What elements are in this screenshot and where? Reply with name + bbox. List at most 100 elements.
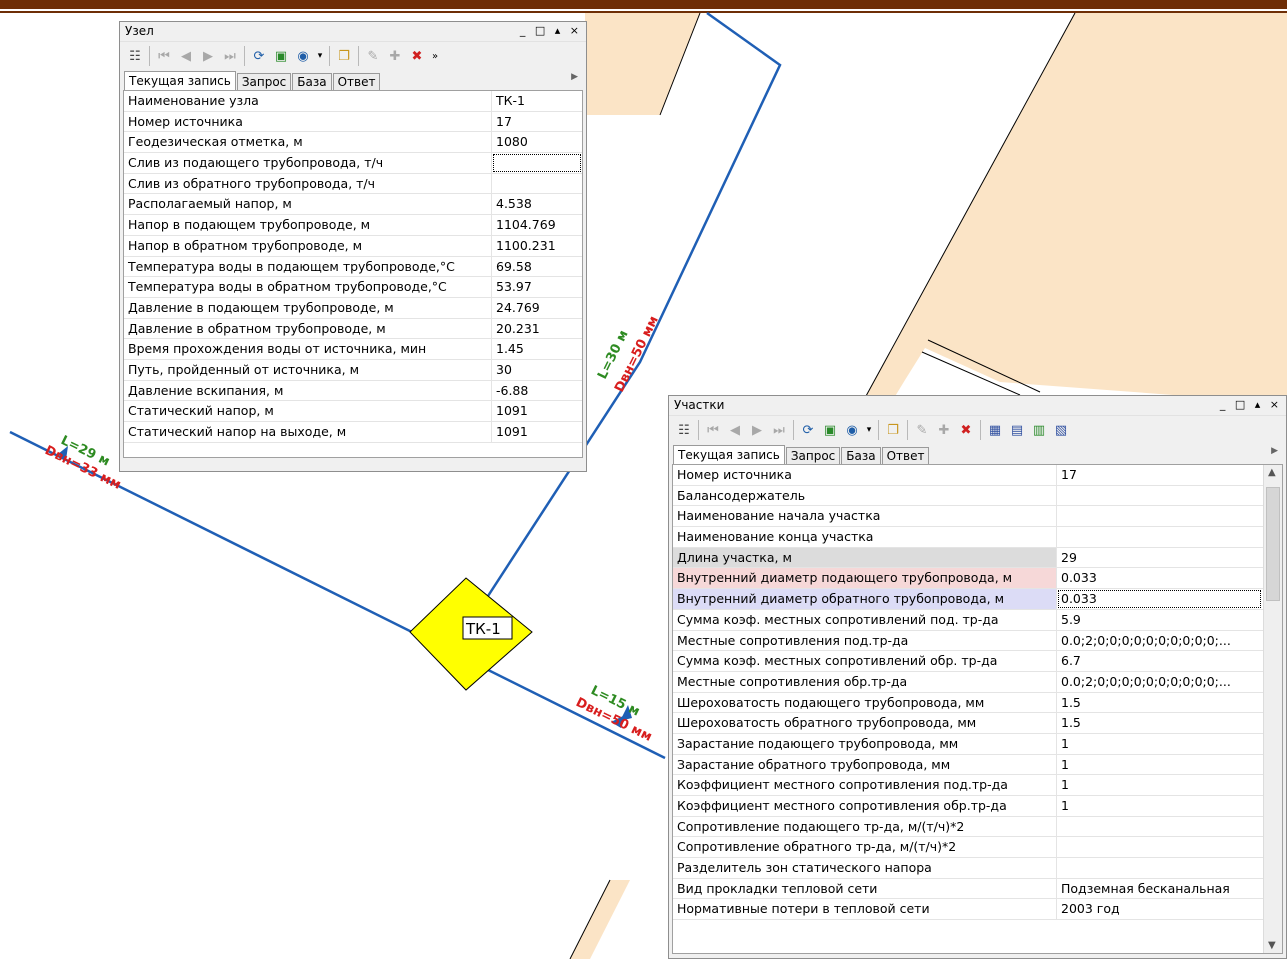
property-row[interactable]: Сопротивление подающего тр-да, м/(т/ч)*2 xyxy=(673,816,1282,838)
property-row[interactable]: Время прохождения воды от источника, мин… xyxy=(124,339,582,360)
calc-table-icon[interactable]: ▥ xyxy=(1028,419,1050,441)
property-value[interactable]: 5.9 xyxy=(1057,610,1262,630)
refresh-icon[interactable]: ⟳ xyxy=(248,45,270,67)
property-value[interactable]: 0.033 xyxy=(1057,568,1262,588)
tab-scroll-right-icon[interactable]: ▶ xyxy=(1271,446,1278,456)
window-controls[interactable]: _ □ ▴ × xyxy=(520,22,582,40)
property-value[interactable]: 1 xyxy=(1057,796,1262,816)
property-value[interactable]: 69.58 xyxy=(492,257,582,277)
tab-base[interactable]: База xyxy=(841,447,881,464)
property-row[interactable]: Шероховатость обратного трубопровода, мм… xyxy=(673,713,1282,734)
property-value[interactable]: 2003 год xyxy=(1057,899,1262,919)
grid-view-icon[interactable]: ☷ xyxy=(673,419,695,441)
property-value[interactable]: 6.7 xyxy=(1057,651,1262,671)
first-record-icon[interactable]: ⏮ xyxy=(702,419,724,441)
window-controls[interactable]: _ □ ▴ × xyxy=(1220,396,1282,414)
property-value[interactable]: 1 xyxy=(1057,775,1262,795)
node-window-titlebar[interactable]: Узел _ □ ▴ × xyxy=(120,22,586,41)
property-value[interactable]: 1.5 xyxy=(1057,713,1262,733)
property-value[interactable]: 1 xyxy=(1057,755,1262,775)
property-value[interactable]: 1 xyxy=(1057,734,1262,754)
property-row[interactable]: Температура воды в обратном трубопроводе… xyxy=(124,277,582,298)
property-row[interactable]: Давление в подающем трубопроводе, м 24.76… xyxy=(124,297,582,319)
delete-record-icon[interactable]: ✖ xyxy=(955,419,977,441)
property-value[interactable]: 17 xyxy=(1057,465,1262,485)
property-row[interactable]: Нормативные потери в тепловой сети 2003 г… xyxy=(673,899,1282,921)
tab-current-record[interactable]: Текущая запись xyxy=(673,445,785,464)
scrollbar-thumb[interactable] xyxy=(1266,487,1280,601)
property-row[interactable]: Внутренний диаметр подающего трубопровод… xyxy=(673,568,1282,590)
scroll-up-icon[interactable]: ▲ xyxy=(1268,467,1276,478)
property-value[interactable]: 29 xyxy=(1057,548,1262,568)
property-value[interactable]: 53.97 xyxy=(492,277,582,297)
property-value[interactable]: 1104.769 xyxy=(492,215,582,235)
property-value[interactable]: 0.0;2;0;0;0;0;0;0;0;0;0;0;... xyxy=(1057,672,1262,692)
property-value[interactable]: 24.769 xyxy=(492,298,582,318)
tab-base[interactable]: База xyxy=(292,73,332,90)
property-value[interactable] xyxy=(1057,527,1262,547)
tab-answer[interactable]: Ответ xyxy=(332,73,381,90)
grid-view-icon[interactable]: ☷ xyxy=(124,45,146,67)
delete-record-icon[interactable]: ✖ xyxy=(406,45,428,67)
property-row[interactable]: Номер источника 17 xyxy=(673,465,1282,486)
property-row[interactable]: Слив из подающего трубопровода, т/ч xyxy=(124,153,582,174)
property-row[interactable]: Сумма коэф. местных сопротивлений под. т… xyxy=(673,609,1282,631)
property-row[interactable]: Местные сопротивления под.тр-да 0.0;2;0;0… xyxy=(673,630,1282,652)
property-value[interactable]: 1.5 xyxy=(1057,693,1262,713)
copy-icon[interactable]: ❐ xyxy=(882,419,904,441)
property-value[interactable] xyxy=(1057,817,1262,837)
property-row[interactable]: Напор в подающем трубопроводе, м 1104.769 xyxy=(124,215,582,236)
overflow-icon[interactable]: » xyxy=(428,45,442,67)
property-row[interactable]: Статический напор на выходе, м 1091 xyxy=(124,422,582,443)
property-value[interactable] xyxy=(1057,837,1262,857)
tab-query[interactable]: Запрос xyxy=(785,447,841,464)
property-value[interactable] xyxy=(1057,506,1262,526)
property-row[interactable]: Давление вскипания, м -6.88 xyxy=(124,380,582,402)
tab-scroll-right-icon[interactable]: ▶ xyxy=(571,72,578,82)
add-record-icon[interactable]: ✚ xyxy=(384,45,406,67)
tab-answer[interactable]: Ответ xyxy=(881,447,930,464)
property-value[interactable]: 1.45 xyxy=(492,339,582,359)
property-row[interactable]: Зарастание обратного трубопровода, мм 1 xyxy=(673,754,1282,776)
property-row[interactable]: Номер источника 17 xyxy=(124,111,582,133)
node-tk1-label[interactable]: ТК-1 xyxy=(465,620,501,638)
property-value[interactable]: 0.0;2;0;0;0;0;0;0;0;0;0;0;... xyxy=(1057,631,1262,651)
property-row[interactable]: Наименование узла ТК-1 xyxy=(124,91,582,112)
property-value[interactable]: 1100.231 xyxy=(492,236,582,256)
update-icon[interactable]: ▣ xyxy=(819,419,841,441)
edit-record-icon[interactable]: ✎ xyxy=(911,419,933,441)
property-value[interactable]: ТК-1 xyxy=(492,91,582,111)
property-row[interactable]: Длина участка, м 29 xyxy=(673,547,1282,569)
vertical-scrollbar[interactable]: ▲ ▼ xyxy=(1263,465,1282,953)
property-row[interactable]: Наименование конца участка xyxy=(673,527,1282,548)
section-window-titlebar[interactable]: Участки _ □ ▴ × xyxy=(669,396,1286,415)
property-row[interactable]: Напор в обратном трубопроводе, м 1100.231 xyxy=(124,235,582,257)
property-row[interactable]: Путь, пройденный от источника, м 30 xyxy=(124,359,582,381)
property-value[interactable] xyxy=(492,174,582,194)
update-icon[interactable]: ▣ xyxy=(270,45,292,67)
property-value[interactable]: 4.538 xyxy=(492,194,582,214)
property-row[interactable]: Располагаемый напор, м 4.538 xyxy=(124,194,582,216)
last-record-icon[interactable]: ⏭ xyxy=(219,45,241,67)
property-value[interactable]: 17 xyxy=(492,112,582,132)
copy-icon[interactable]: ❐ xyxy=(333,45,355,67)
dropdown-icon[interactable]: ▾ xyxy=(314,45,326,67)
property-value[interactable]: 30 xyxy=(492,360,582,380)
property-row[interactable]: Коэффициент местного сопротивления обр.т… xyxy=(673,796,1282,817)
dropdown-icon[interactable]: ▾ xyxy=(863,419,875,441)
property-value[interactable]: -6.88 xyxy=(492,381,582,401)
property-row[interactable]: Вид прокладки тепловой сети Подземная бес… xyxy=(673,878,1282,900)
edit-record-icon[interactable]: ✎ xyxy=(362,45,384,67)
find-icon[interactable]: ◉ xyxy=(841,419,863,441)
property-value[interactable]: 1091 xyxy=(492,401,582,421)
tab-query[interactable]: Запрос xyxy=(236,73,292,90)
settings-table-icon[interactable]: ▧ xyxy=(1050,419,1072,441)
property-row[interactable]: Геодезическая отметка, м 1080 xyxy=(124,132,582,154)
prev-record-icon[interactable]: ◀ xyxy=(724,419,746,441)
property-value[interactable] xyxy=(1057,486,1262,506)
property-value[interactable]: Подземная бесканальная xyxy=(1057,879,1262,899)
property-value[interactable] xyxy=(1057,858,1262,878)
refresh-icon[interactable]: ⟳ xyxy=(797,419,819,441)
tab-current-record[interactable]: Текущая запись xyxy=(124,71,236,90)
property-row[interactable]: Коэффициент местного сопротивления под.т… xyxy=(673,775,1282,796)
